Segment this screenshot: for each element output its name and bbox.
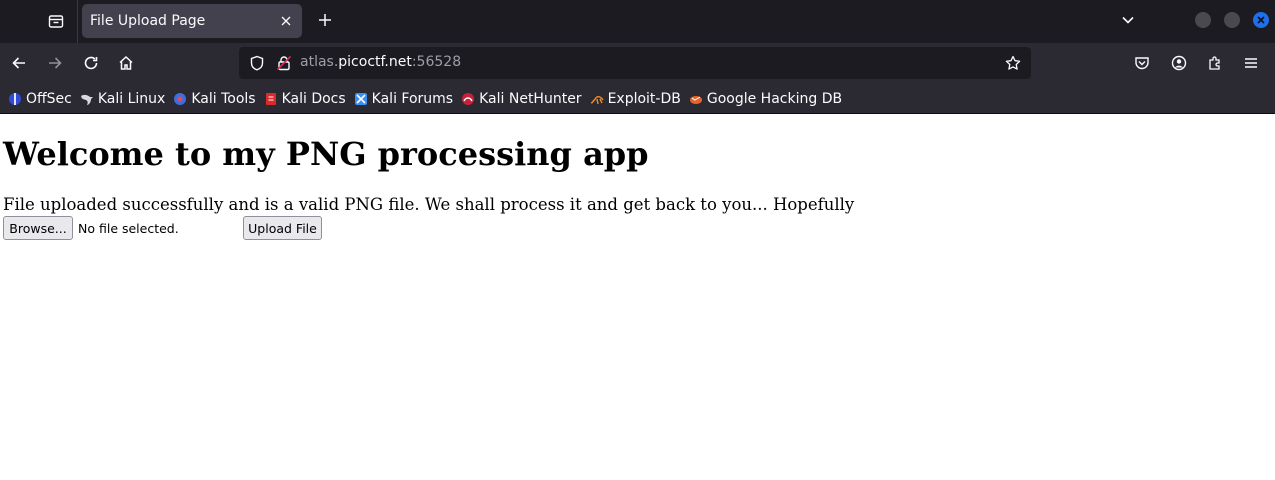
bookmark-label: Kali Forums (371, 90, 454, 107)
url-bar[interactable]: atlas.picoctf.net:56528 (239, 47, 1031, 79)
pocket-icon[interactable] (1127, 48, 1157, 78)
bookmark-label: Kali NetHunter (479, 90, 582, 107)
account-icon[interactable] (1164, 48, 1194, 78)
bookmark-kali-forums[interactable]: Kali Forums (352, 87, 457, 111)
exploitdb-icon (590, 92, 604, 106)
bookmark-kali-nethunter[interactable]: Kali NetHunter (459, 87, 585, 111)
forward-icon[interactable] (40, 48, 70, 78)
bookmark-label: Kali Linux (97, 90, 166, 107)
bookmark-kali-tools[interactable]: Kali Tools (171, 87, 259, 111)
tab-strip: File Upload Page (0, 0, 1275, 43)
kali-dragon-icon (80, 92, 94, 106)
extensions-icon[interactable] (1200, 48, 1230, 78)
nethunter-icon (461, 92, 475, 106)
url-text[interactable]: atlas.picoctf.net:56528 (300, 54, 461, 70)
firefox-view-icon[interactable] (38, 3, 74, 39)
bookmarks-toolbar: OffSec Kali Linux Kali Tools Kali Docs K… (0, 84, 1275, 114)
insecure-lock-icon[interactable] (272, 51, 296, 75)
url-prefix: atlas. (300, 54, 339, 70)
minimize-window-button[interactable] (1195, 12, 1211, 28)
tab-close-icon[interactable] (275, 10, 297, 32)
close-window-button[interactable] (1253, 12, 1269, 28)
kali-tools-icon (173, 92, 187, 106)
ghdb-icon (689, 92, 703, 106)
menu-icon[interactable] (1236, 48, 1266, 78)
new-tab-icon[interactable] (310, 5, 340, 35)
upload-status-message: File uploaded successfully and is a vali… (3, 195, 855, 214)
page-title: Welcome to my PNG processing app (3, 135, 649, 173)
chevron-down-icon[interactable] (1114, 6, 1142, 34)
tracking-protection-shield-icon[interactable] (245, 51, 269, 75)
navigation-toolbar: atlas.picoctf.net:56528 (0, 43, 1275, 84)
bookmark-offsec[interactable]: OffSec (6, 87, 76, 111)
browse-button[interactable]: Browse... (3, 216, 73, 240)
active-tab[interactable]: File Upload Page (82, 4, 302, 38)
home-icon[interactable] (111, 48, 141, 78)
bookmark-kali-docs[interactable]: Kali Docs (262, 87, 350, 111)
bookmark-kali-linux[interactable]: Kali Linux (78, 87, 169, 111)
url-host: picoctf.net (338, 54, 412, 70)
bookmark-label: Kali Tools (191, 90, 256, 107)
offsec-icon (8, 92, 22, 106)
bookmark-label: Google Hacking DB (706, 90, 843, 107)
page-content: Welcome to my PNG processing app File up… (0, 115, 1275, 480)
file-selection-status: No file selected. (78, 221, 179, 236)
tab-title: File Upload Page (90, 13, 206, 29)
bookmark-exploit-db[interactable]: Exploit-DB (588, 87, 685, 111)
url-port: :56528 (411, 54, 462, 70)
close-icon (1257, 16, 1265, 24)
upload-file-button[interactable]: Upload File (243, 216, 322, 240)
maximize-window-button[interactable] (1224, 12, 1240, 28)
kali-docs-icon (264, 92, 278, 106)
reload-icon[interactable] (76, 48, 106, 78)
tab-strip-divider (77, 0, 78, 43)
bookmark-star-icon[interactable] (1001, 51, 1025, 75)
kali-forums-icon (354, 92, 368, 106)
bookmark-google-hacking-db[interactable]: Google Hacking DB (687, 87, 846, 111)
bookmark-label: Kali Docs (281, 90, 346, 107)
bookmark-label: OffSec (26, 90, 72, 107)
bookmark-label: Exploit-DB (607, 90, 681, 107)
back-icon[interactable] (4, 48, 34, 78)
